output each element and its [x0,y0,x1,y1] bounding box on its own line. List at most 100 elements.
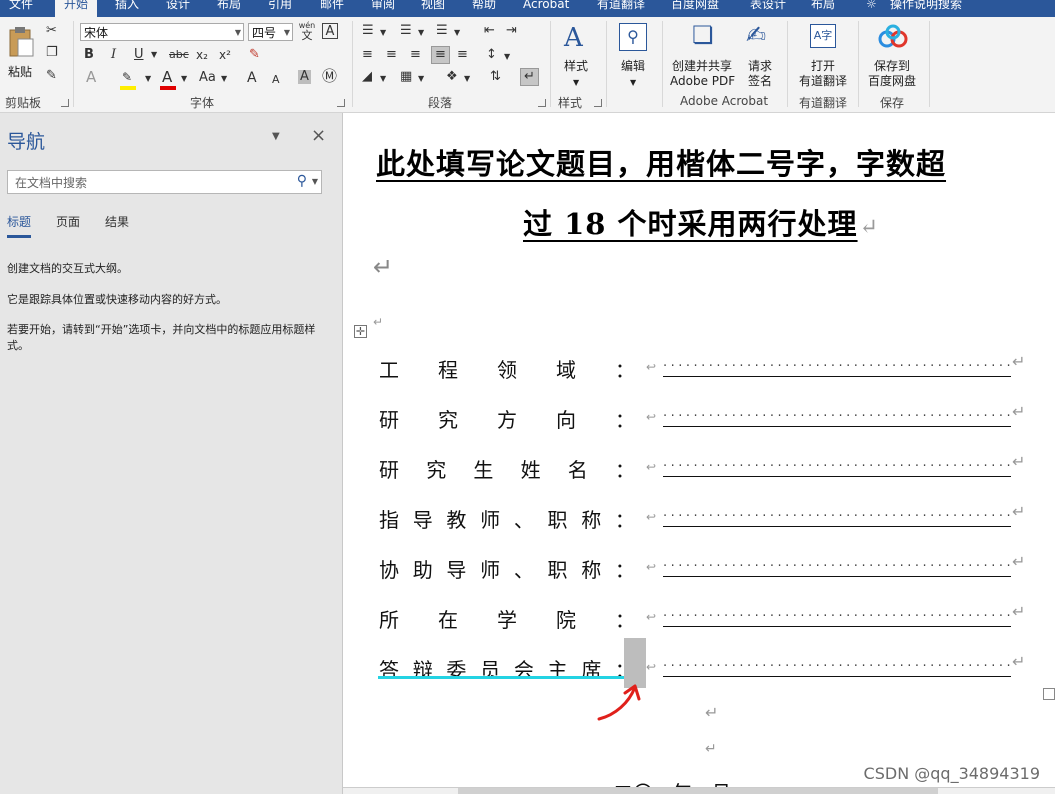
chinese-layout-icon[interactable]: ❖ [446,70,458,84]
align-left-icon[interactable]: ≡ [362,48,373,62]
enclose-char-icon[interactable]: Ⓜ [322,69,337,84]
tab-table-layout[interactable]: 布局 [811,0,835,17]
scrollbar-thumb[interactable] [458,788,938,794]
font-color-dropdown-icon[interactable]: ▼ [181,72,187,86]
tab-acrobat[interactable]: Acrobat [523,0,569,17]
show-marks-icon[interactable]: ↵ [520,68,539,86]
text-effects-button[interactable]: A [86,70,96,85]
answer-field[interactable] [663,676,1011,677]
underline-button[interactable]: U [134,48,144,62]
numbering-icon[interactable]: ☰ [400,24,412,38]
answer-field[interactable] [663,426,1011,427]
align-center-icon[interactable]: ≡ [386,48,397,62]
decrease-indent-icon[interactable]: ⇤ [484,24,495,38]
row-end-mark-icon: ↵ [1012,352,1026,371]
change-case-dropdown-icon[interactable]: ▼ [221,72,227,86]
line-spacing-icon[interactable]: ↕ [486,48,497,62]
font-launcher[interactable] [337,99,345,107]
tab-review[interactable]: 审阅 [371,0,395,17]
paragraph-launcher[interactable] [538,99,546,107]
tab-references[interactable]: 引用 [268,0,292,17]
document-page[interactable]: 此处填写论文题目，用楷体二号字，字数超 过 18 个时采用两行处理↵ ↵ ✛ ↵… [343,113,1055,794]
tab-design[interactable]: 设计 [166,0,190,17]
char-border-button[interactable]: A [322,23,338,39]
editing-button[interactable]: ⚲ 编辑 ▼ [613,21,655,91]
answer-field[interactable] [663,526,1011,527]
tab-youdao[interactable]: 有道翻译 [597,0,645,17]
font-color-button[interactable]: A [162,70,172,85]
answer-field[interactable] [663,376,1011,377]
answer-field[interactable] [663,476,1011,477]
paste-button[interactable]: 粘贴 [4,25,38,85]
cut-icon[interactable]: ✂ [46,24,57,38]
increase-indent-icon[interactable]: ⇥ [506,24,517,38]
line-spacing-dropdown-icon[interactable]: ▼ [504,50,510,64]
search-icon[interactable]: ⚲ [297,173,307,189]
styles-dropdown-icon: ▼ [573,78,580,87]
font-name-select[interactable]: 宋体 ▼ [80,23,244,41]
tab-file[interactable]: 文件 [9,0,33,17]
bullets-icon[interactable]: ☰ [362,24,374,38]
tab-home[interactable]: 开始 [55,0,98,17]
tab-insert[interactable]: 插入 [115,0,139,17]
strikethrough-button[interactable]: abc [169,48,189,62]
tab-mailings[interactable]: 邮件 [320,0,344,17]
justify-icon[interactable]: ≡ [431,46,450,64]
tab-baidu[interactable]: 百度网盘 [671,0,719,17]
distributed-icon[interactable]: ≡ [457,48,468,62]
shading-icon[interactable]: ◢ [362,70,372,84]
tab-view[interactable]: 视图 [421,0,445,17]
open-youdao-button[interactable]: A字 打开 有道翻译 [794,21,852,91]
tab-table-design[interactable]: 表设计 [750,0,786,17]
bullets-dropdown-icon[interactable]: ▼ [380,26,386,40]
char-shading-button[interactable]: A [298,70,311,84]
borders-dropdown-icon[interactable]: ▼ [418,72,424,86]
tab-help[interactable]: 帮助 [472,0,496,17]
nav-search-input[interactable] [13,172,287,194]
highlight-button[interactable]: ✎ [120,70,136,90]
nav-tab-headings[interactable]: 标题 [7,213,32,238]
numbering-dropdown-icon[interactable]: ▼ [418,26,424,40]
tell-me-search[interactable]: 操作说明搜索 [890,0,962,17]
underline-dropdown-icon[interactable]: ▼ [151,48,157,62]
nav-options-icon[interactable]: ▼ [272,131,280,142]
superscript-button[interactable]: x² [219,48,231,62]
copy-icon[interactable]: ❐ [46,46,58,60]
phonetic-guide-button[interactable]: wén 文 [298,21,316,43]
nav-tab-pages[interactable]: 页面 [56,213,80,230]
request-signature-button[interactable]: ✍ 请求 签名 [742,21,780,91]
bold-button[interactable]: B [84,48,94,62]
info-row: 答辩委员会主席：↩·······························… [379,652,1029,684]
align-right-icon[interactable]: ≡ [410,48,421,62]
italic-button[interactable]: I [111,48,116,62]
styles-launcher[interactable] [594,99,602,107]
table-resize-handle-icon[interactable] [1043,688,1055,700]
table-move-handle-icon[interactable]: ✛ [354,325,367,338]
subscript-button[interactable]: x₂ [196,48,208,62]
tab-layout[interactable]: 布局 [217,0,241,17]
close-icon[interactable]: × [311,125,326,146]
nav-tab-results[interactable]: 结果 [105,213,129,230]
search-dropdown-icon[interactable]: ▼ [312,177,318,186]
grow-font-button[interactable]: A [247,71,257,85]
shading-dropdown-icon[interactable]: ▼ [380,72,386,86]
answer-field[interactable] [663,576,1011,577]
create-share-pdf-button[interactable]: ❏ 创建并共享 Adobe PDF [668,21,740,91]
horizontal-scrollbar[interactable] [343,787,1055,794]
multilevel-dropdown-icon[interactable]: ▼ [454,26,460,40]
clear-formatting-icon[interactable]: ✎ [249,48,260,62]
clipboard-launcher[interactable] [61,99,69,107]
answer-field[interactable] [663,626,1011,627]
save-baidu-button[interactable]: 保存到 百度网盘 [864,21,922,91]
format-painter-icon[interactable]: ✎ [46,69,57,83]
sort-icon[interactable]: ⇅ [490,70,501,84]
styles-button[interactable]: A 样式 ▼ [556,21,598,91]
change-case-button[interactable]: Aa [199,71,216,85]
font-size-select[interactable]: 四号 ▼ [248,23,293,41]
borders-icon[interactable]: ▦ [400,70,412,84]
highlight-dropdown-icon[interactable]: ▼ [145,72,151,86]
shrink-font-button[interactable]: A [272,73,280,87]
create-pdf-label-2: Adobe PDF [670,74,736,88]
multilevel-list-icon[interactable]: ☰ [436,24,448,38]
chinese-layout-dropdown-icon[interactable]: ▼ [464,72,470,86]
